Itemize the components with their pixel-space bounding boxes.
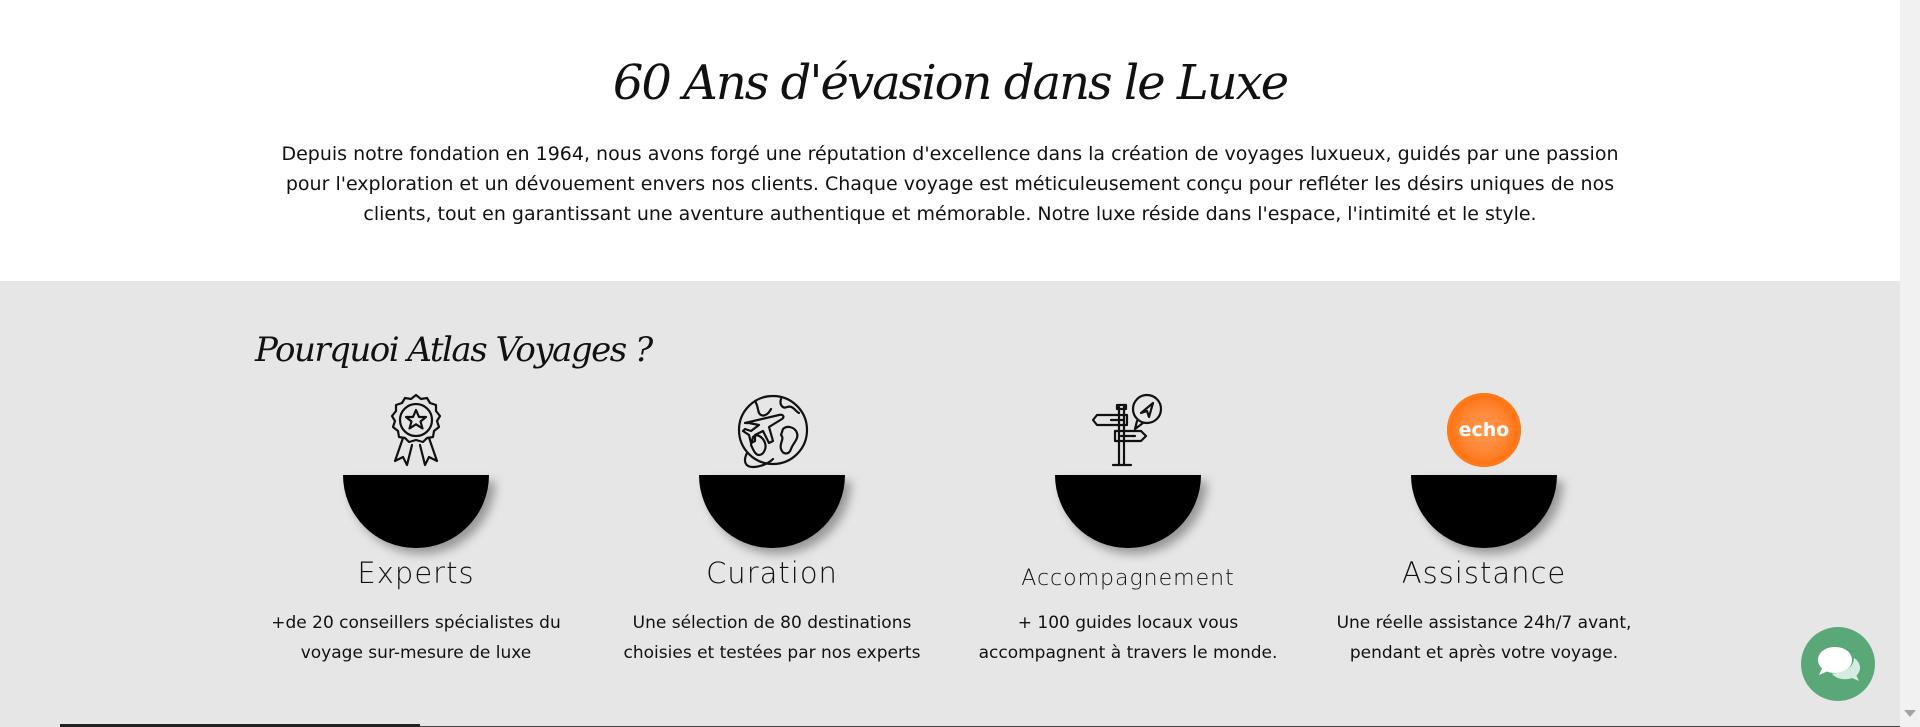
intro-section: 60 Ans d'évasion dans le Luxe Depuis not… (0, 0, 1900, 281)
echo-badge-icon: echo (1447, 393, 1521, 469)
feature-experts: Experts +de 20 conseillers spécialistes … (266, 393, 566, 673)
why-title: Pourquoi Atlas Voyages ? (255, 330, 653, 370)
feature-title: Accompagnement (1021, 566, 1235, 591)
feature-description: Une réelle assistance 24h/7 avant, penda… (1336, 613, 1632, 663)
feature-half-disc (1411, 475, 1557, 548)
feature-half-disc (1055, 475, 1201, 548)
intro-title: 60 Ans d'évasion dans le Luxe (612, 55, 1289, 111)
page: 60 Ans d'évasion dans le Luxe Depuis not… (0, 0, 1900, 727)
feature-title: Curation (706, 556, 838, 590)
feature-half-disc (699, 475, 845, 548)
signpost-location-icon (1091, 393, 1165, 469)
feature-title: Assistance (1401, 556, 1567, 590)
feature-description: + 100 guides locaux vous accompagnent à … (978, 613, 1278, 663)
echo-badge: echo (1447, 393, 1521, 467)
feature-description: +de 20 conseillers spécialistes du voyag… (271, 613, 561, 663)
feature-title: Experts (357, 556, 475, 590)
globe-plane-icon (735, 393, 809, 469)
feature-curation: Curation Une sélection de 80 destination… (622, 393, 922, 673)
scroll-down-arrow-icon[interactable] (1904, 710, 1916, 717)
chat-button[interactable] (1801, 627, 1875, 701)
feature-half-disc (343, 475, 489, 548)
scrollbar[interactable] (1900, 0, 1920, 727)
feature-description: Une sélection de 80 destinations choisie… (623, 613, 921, 663)
intro-text: Depuis notre fondation en 1964, nous avo… (281, 143, 1619, 225)
feature-assistance: echo Assistance Une réelle assistance 24… (1334, 393, 1634, 673)
why-section: Pourquoi Atlas Voyages ? Experts +de 20 … (0, 281, 1900, 727)
chat-bubbles-icon (1818, 647, 1860, 681)
award-medal-icon (379, 393, 453, 469)
feature-accompagnement: Accompagnement + 100 guides locaux vous … (978, 393, 1278, 673)
echo-badge-text: echo (1458, 419, 1510, 441)
